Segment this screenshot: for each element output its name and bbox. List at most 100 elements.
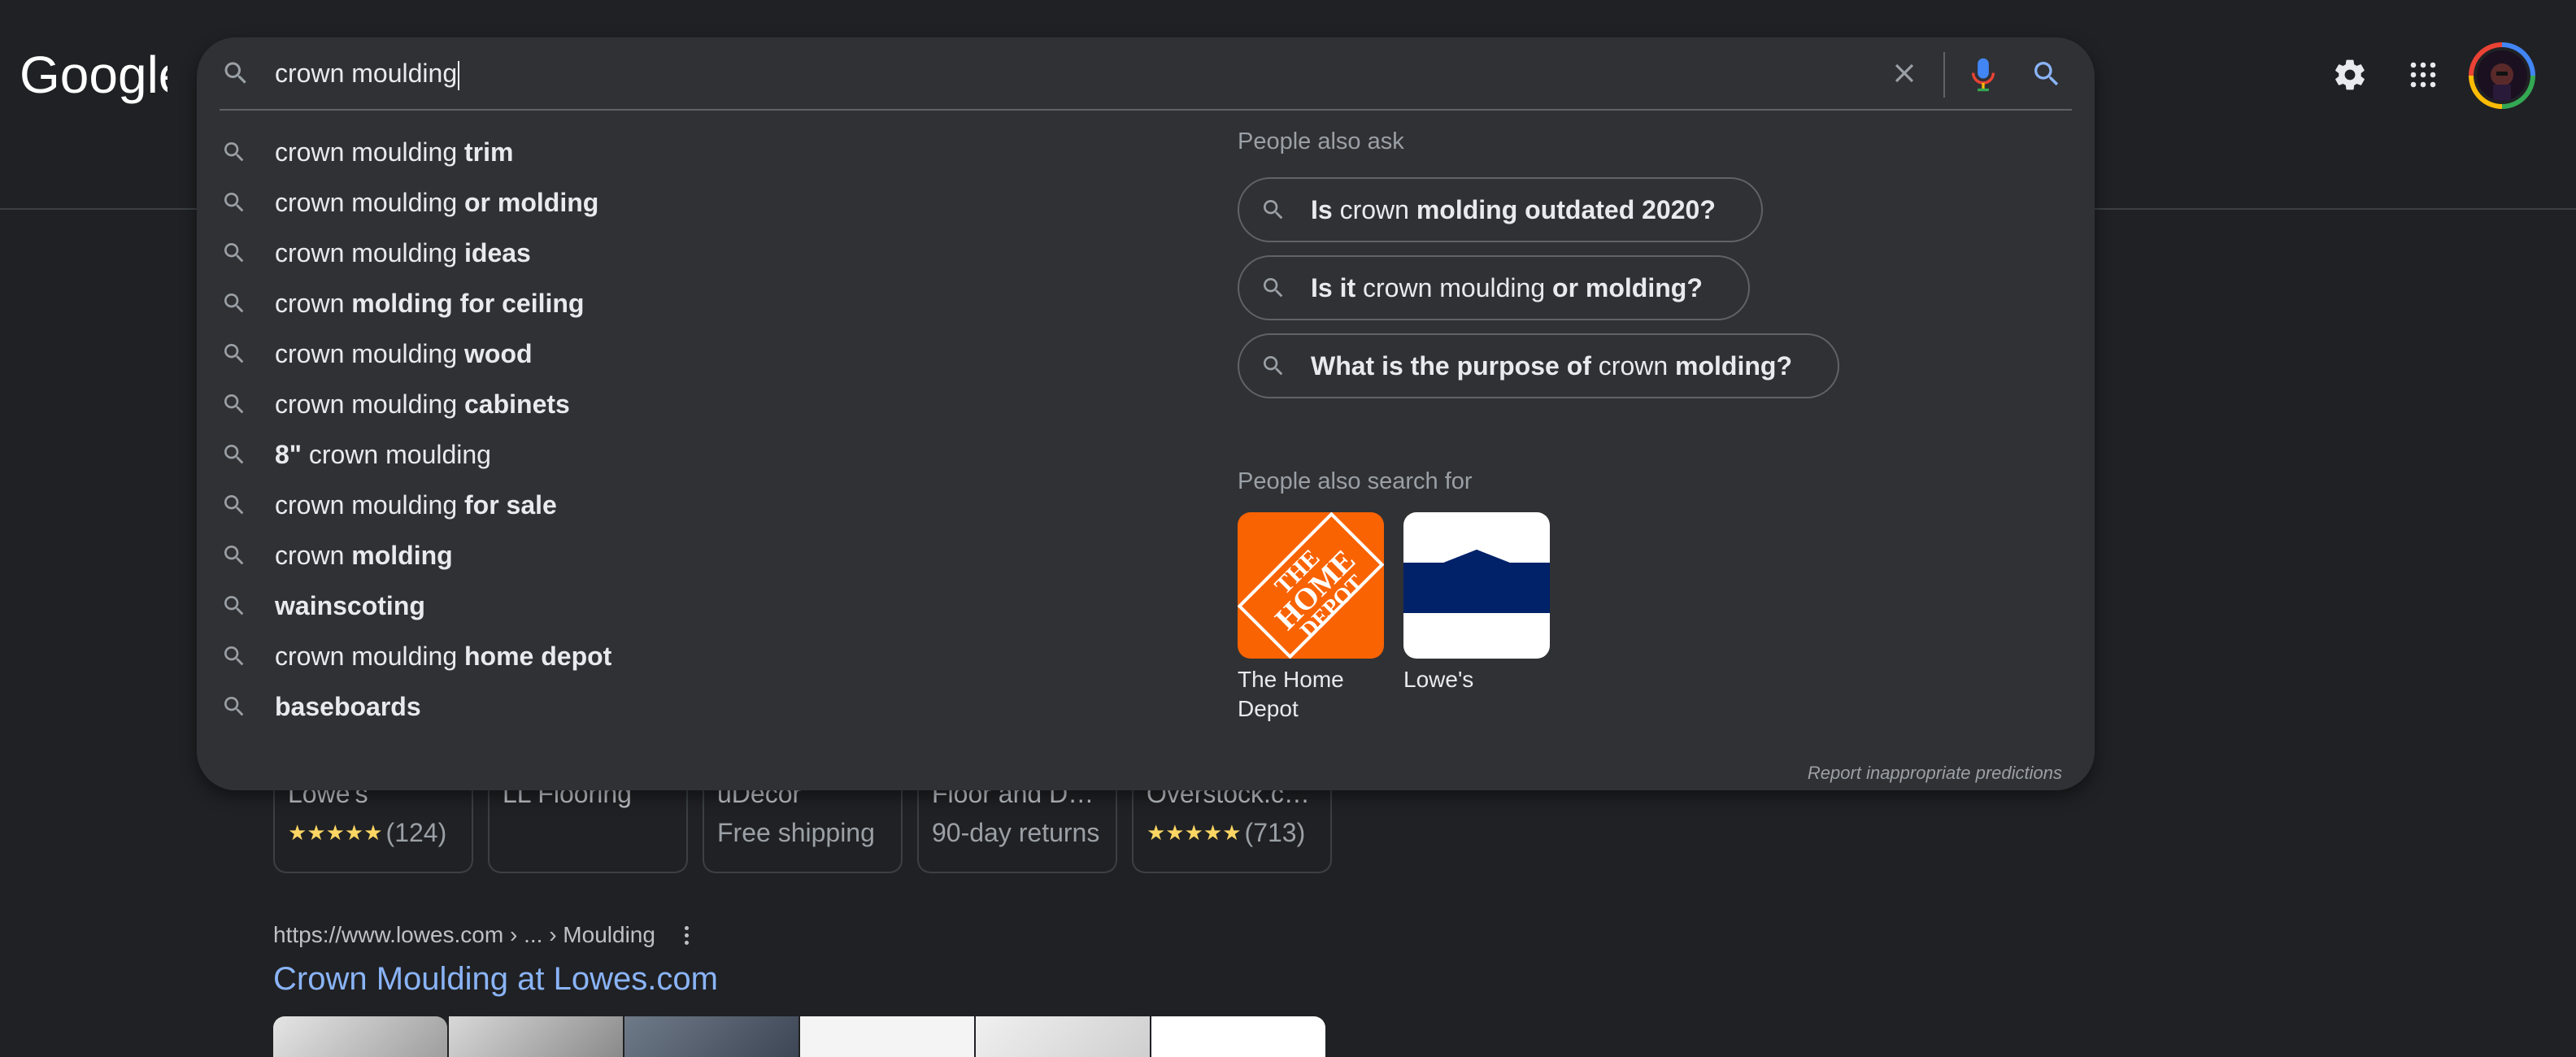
result-url[interactable]: https://www.lowes.com › ... › Moulding (273, 922, 689, 948)
search-icon (221, 694, 250, 720)
suggestion-item[interactable]: crown moulding home depot (221, 631, 611, 681)
suggestion-item[interactable]: crown moulding or molding (221, 177, 611, 228)
apps-button[interactable] (2399, 50, 2448, 99)
search-box-divider (1943, 52, 1945, 98)
search-submit-button[interactable] (2026, 54, 2067, 94)
autocomplete-list: crown moulding trim crown moulding or mo… (221, 127, 611, 732)
search-box[interactable]: crown moulding (197, 37, 2095, 111)
suggestion-plain: crown (275, 288, 352, 318)
suggestion-plain: crown moulding (275, 338, 464, 368)
suggestion-plain: crown moulding (275, 237, 464, 268)
suggestion-text: crown moulding cabinets (275, 389, 570, 420)
suggestion-plain: crown moulding (301, 439, 491, 469)
suggestion-text: crown molding for ceiling (275, 289, 584, 319)
result-thumbnail[interactable] (976, 1016, 1150, 1057)
search-icon (221, 341, 250, 367)
search-box-bottom-divider (220, 109, 2072, 111)
svg-text:Google: Google (20, 46, 168, 104)
suggestion-item[interactable]: 8" crown moulding (221, 429, 611, 480)
question-plain: crown (1332, 194, 1416, 224)
question-text: Is crown molding outdated 2020? (1311, 195, 1716, 225)
suggestion-bold: cabinets (464, 389, 570, 419)
question-chip[interactable]: What is the purpose of crown molding? (1238, 333, 1839, 398)
suggestion-text: crown moulding or molding (275, 188, 598, 218)
lowes-logo (1403, 512, 1550, 659)
suggestion-bold: trim (464, 137, 514, 167)
suggestion-bold: home depot (464, 641, 612, 671)
search-icon (221, 442, 250, 468)
question-plain: crown (1590, 350, 1676, 381)
suggestion-item[interactable]: crown moulding ideas (221, 228, 611, 278)
suggestion-bold: ideas (464, 237, 531, 268)
suggestion-plain: crown (275, 540, 352, 570)
suggestion-plain: crown moulding (275, 187, 464, 217)
close-icon (1895, 63, 1914, 83)
store-subtext: 90-day returns (932, 818, 1100, 847)
store-rating: ★★★★★ (124) (288, 818, 459, 848)
suggestion-bold: for sale (464, 489, 557, 520)
question-text: Is it crown moulding or molding? (1311, 273, 1703, 303)
suggestion-item[interactable]: crown moulding cabinets (221, 379, 611, 429)
people-also-ask-list: Is crown molding outdated 2020? Is it cr… (1238, 177, 1839, 411)
suggestion-bold: wainscoting (275, 590, 425, 620)
search-icon (221, 290, 250, 316)
question-chip[interactable]: Is crown molding outdated 2020? (1238, 177, 1763, 242)
related-entity-lowes[interactable]: Lowe's (1403, 512, 1550, 724)
related-entity-name: Lowe's (1403, 667, 1474, 692)
suggestion-plain: crown moulding (275, 389, 464, 419)
suggestion-bold: baseboards (275, 691, 421, 721)
search-icon (221, 492, 250, 518)
result-thumbnail[interactable] (449, 1016, 623, 1057)
report-predictions-link[interactable]: Report inappropriate predictions (1808, 763, 2062, 784)
suggestion-plain: crown moulding (275, 641, 464, 671)
search-icon (221, 542, 250, 568)
google-logo-wordmark: Google (20, 46, 187, 104)
gear-icon (2335, 59, 2365, 90)
suggestion-text: baseboards (275, 692, 421, 722)
search-input[interactable]: crown moulding (275, 57, 460, 90)
google-logo[interactable]: Google (20, 42, 187, 107)
account-avatar[interactable] (2469, 42, 2535, 109)
suggestion-bold: molding for ceiling (351, 288, 585, 318)
suggestion-item[interactable]: baseboards (221, 681, 611, 732)
search-icon (221, 139, 250, 165)
suggestion-text: crown moulding ideas (275, 238, 531, 268)
suggestion-item[interactable]: crown molding (221, 530, 611, 581)
result-title-link[interactable]: Crown Moulding at Lowes.com (273, 961, 718, 998)
avatar-image (2477, 50, 2527, 101)
clear-search-button[interactable] (1886, 55, 1922, 91)
question-text: What is the purpose of crown molding? (1311, 351, 1792, 381)
result-thumbnail[interactable] (1151, 1016, 1325, 1057)
suggestion-text: crown molding (275, 541, 453, 571)
rating-count: (713) (1244, 818, 1306, 847)
question-chip[interactable]: Is it crown moulding or molding? (1238, 255, 1750, 320)
search-suggestions-panel: crown moulding crown moulding trim crown… (197, 37, 2095, 790)
apps-grid-icon (2410, 62, 2436, 88)
result-thumbnails (273, 1016, 1325, 1057)
suggestion-bold: or molding (464, 187, 599, 217)
related-entity-home-depot[interactable]: THE HOME DEPOT The Home Depot (1238, 512, 1384, 724)
suggestion-item[interactable]: crown moulding wood (221, 328, 611, 379)
voice-search-button[interactable] (1963, 54, 2004, 94)
search-icon (1260, 353, 1286, 379)
home-depot-logo: THE HOME DEPOT (1238, 512, 1384, 659)
search-icon (1260, 275, 1286, 301)
suggestion-item[interactable]: crown molding for ceiling (221, 278, 611, 328)
people-also-search-list: THE HOME DEPOT The Home Depot Lowe's (1238, 512, 1550, 724)
settings-button[interactable] (2326, 50, 2374, 99)
result-thumbnail[interactable] (273, 1016, 447, 1057)
people-also-search-heading: People also search for (1238, 468, 1473, 494)
store-subtext: Free shipping (717, 818, 875, 847)
suggestion-text: crown moulding for sale (275, 490, 557, 520)
search-icon (1260, 197, 1286, 223)
result-thumbnail[interactable] (800, 1016, 974, 1057)
search-icon (2034, 62, 2059, 86)
suggestion-item[interactable]: wainscoting (221, 581, 611, 631)
search-icon (221, 593, 250, 619)
suggestion-plain: crown moulding (275, 137, 464, 167)
more-options-icon[interactable] (684, 925, 689, 945)
question-plain: crown moulding (1355, 272, 1553, 302)
result-thumbnail[interactable] (624, 1016, 798, 1057)
suggestion-item[interactable]: crown moulding trim (221, 127, 611, 177)
suggestion-item[interactable]: crown moulding for sale (221, 480, 611, 530)
